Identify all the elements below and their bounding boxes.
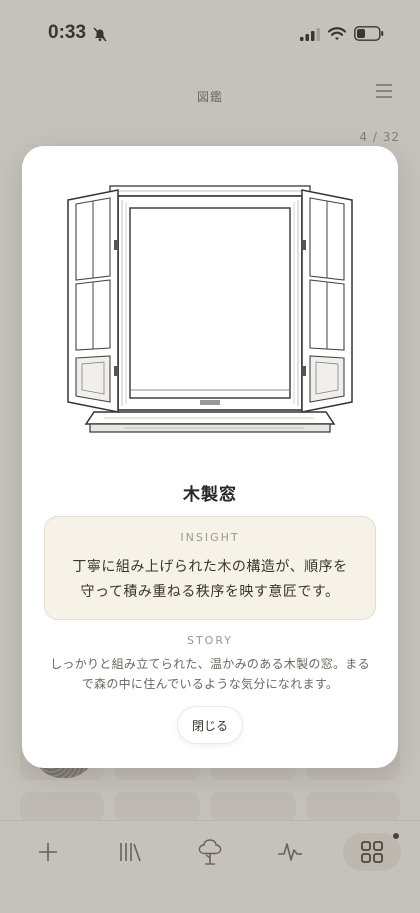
wooden-window-illustration bbox=[67, 185, 353, 433]
close-button[interactable]: 閉じる bbox=[177, 706, 243, 744]
insight-label: INSIGHT bbox=[180, 531, 240, 544]
item-detail-modal: 木製窓 INSIGHT 丁寧に組み上げられた木の構造が、順序を守って積み重ねる秩… bbox=[22, 146, 398, 768]
insight-box: INSIGHT 丁寧に組み上げられた木の構造が、順序を守って積み重ねる秩序を映す… bbox=[44, 516, 376, 620]
story-label: STORY bbox=[186, 634, 234, 647]
insight-text: 丁寧に組み上げられた木の構造が、順序を守って積み重ねる秩序を映す意匠です。 bbox=[72, 559, 348, 600]
story-text: しっかりと組み立てられた、温かみのある木製の窓。まるで森の中に住んでいるような気… bbox=[50, 657, 370, 691]
item-title: 木製窓 bbox=[183, 485, 237, 505]
